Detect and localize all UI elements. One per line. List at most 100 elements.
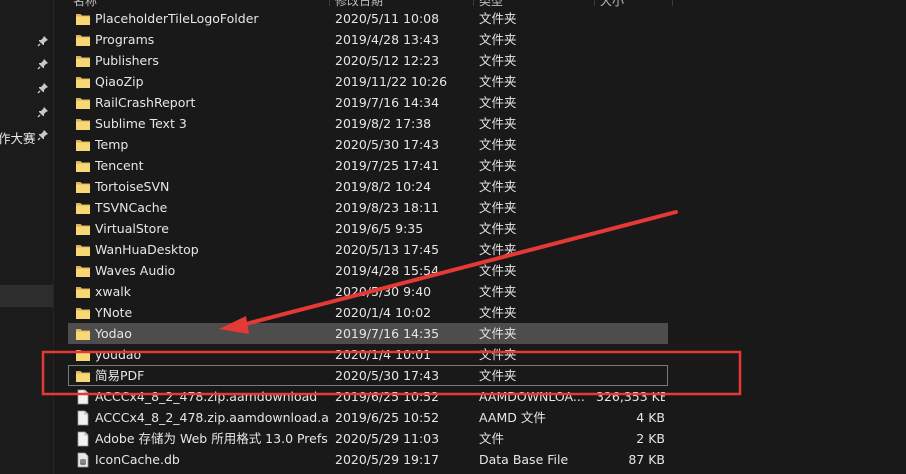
file-size: 326,353 KB (596, 389, 665, 404)
file-size (596, 113, 665, 134)
file-row[interactable]: Adobe 存储为 Web 所用格式 13.0 Prefs 2020/5/29 1… (68, 428, 668, 449)
file-type: 文件夹 (479, 221, 517, 236)
file-row[interactable]: RailCrashReport 2019/7/16 14:34 文件夹 (68, 92, 668, 113)
column-divider[interactable] (594, 0, 595, 6)
folder-icon (75, 74, 91, 90)
file-row[interactable]: Tencent 2019/7/25 17:41 文件夹 (68, 155, 668, 176)
file-name: Adobe 存储为 Web 所用格式 13.0 Prefs (95, 431, 328, 446)
file-modified-date: 2019/7/25 17:41 (335, 158, 440, 173)
nav-item-label[interactable]: 作大赛 (0, 128, 36, 147)
file-name: QiaoZip (95, 74, 144, 89)
file-modified-date: 2019/6/25 10:52 (335, 410, 440, 425)
folder-icon (75, 368, 91, 384)
file-modified-date: 2020/5/30 17:43 (335, 137, 440, 152)
file-type: 文件夹 (479, 368, 517, 383)
file-modified-date: 2019/7/16 14:35 (335, 326, 440, 341)
file-row[interactable]: Yodao 2019/7/16 14:35 文件夹 (68, 323, 668, 344)
file-modified-date: 2020/5/13 17:45 (335, 242, 440, 257)
file-modified-date: 2020/5/29 19:17 (335, 452, 440, 467)
file-icon (75, 431, 91, 447)
file-type: Data Base File (479, 452, 569, 467)
folder-icon (75, 11, 91, 27)
folder-icon (75, 95, 91, 111)
file-row[interactable]: 简易PDF 2020/5/30 17:43 文件夹 (68, 365, 668, 386)
file-row[interactable]: WanHuaDesktop 2020/5/13 17:45 文件夹 (68, 239, 668, 260)
file-type: 文件夹 (479, 95, 517, 110)
file-modified-date: 2019/6/25 10:52 (335, 389, 440, 404)
file-row[interactable]: Sublime Text 3 2019/8/2 17:38 文件夹 (68, 113, 668, 134)
folder-icon (75, 284, 91, 300)
file-size (596, 365, 665, 386)
nav-item-selected[interactable] (0, 285, 53, 307)
file-row[interactable]: ACCCx4_8_2_478.zip.aamdownload 2019/6/25 … (68, 386, 668, 407)
database-file-icon (75, 452, 91, 468)
pin-icon[interactable] (37, 58, 49, 70)
file-modified-date: 2020/5/11 10:08 (335, 11, 440, 26)
file-row[interactable]: IconCache.db 2020/5/29 19:17 Data Base Fil… (68, 449, 668, 470)
file-row[interactable]: QiaoZip 2019/11/22 10:26 文件夹 (68, 71, 668, 92)
pin-icon[interactable] (37, 106, 49, 118)
file-size: 2 KB (636, 431, 665, 446)
folder-icon (75, 242, 91, 258)
column-divider[interactable] (473, 0, 474, 6)
folder-icon (75, 137, 91, 153)
file-row[interactable]: Temp 2020/5/30 17:43 文件夹 (68, 134, 668, 155)
pin-icon[interactable] (37, 129, 49, 141)
file-row[interactable]: youdao 2020/1/4 10:01 文件夹 (68, 344, 668, 365)
file-modified-date: 2020/5/12 12:23 (335, 53, 440, 68)
column-divider[interactable] (672, 0, 673, 6)
column-divider[interactable] (329, 0, 330, 6)
file-type: 文件夹 (479, 53, 517, 68)
file-name: IconCache.db (95, 452, 180, 467)
file-row[interactable]: Programs 2019/4/28 13:43 文件夹 (68, 29, 668, 50)
file-type: 文件夹 (479, 305, 517, 320)
file-name: YNote (95, 305, 133, 320)
file-size (596, 8, 665, 29)
file-size (596, 92, 665, 113)
file-row[interactable]: YNote 2020/1/4 10:02 文件夹 (68, 302, 668, 323)
file-row[interactable]: xwalk 2020/5/30 9:40 文件夹 (68, 281, 668, 302)
folder-icon (75, 263, 91, 279)
file-size (596, 176, 665, 197)
file-name: 简易PDF (95, 368, 145, 383)
file-type: 文件夹 (479, 11, 517, 26)
file-size (596, 155, 665, 176)
file-name: TSVNCache (95, 200, 168, 215)
file-type: 文件 (479, 431, 505, 446)
file-size (596, 50, 665, 71)
file-type: 文件夹 (479, 263, 517, 278)
file-name: WanHuaDesktop (95, 242, 199, 257)
file-size (596, 323, 665, 344)
file-name: youdao (95, 347, 142, 362)
file-name: RailCrashReport (95, 95, 196, 110)
folder-icon (75, 53, 91, 69)
file-row[interactable]: TSVNCache 2019/8/23 18:11 文件夹 (68, 197, 668, 218)
file-modified-date: 2019/11/22 10:26 (335, 74, 448, 89)
file-row[interactable]: VirtualStore 2019/6/5 9:35 文件夹 (68, 218, 668, 239)
file-size: 87 KB (628, 452, 665, 467)
file-name: Sublime Text 3 (95, 116, 187, 131)
file-size (596, 239, 665, 260)
file-modified-date: 2019/4/28 13:43 (335, 32, 440, 47)
navigation-pane: 作大赛 (0, 0, 54, 474)
file-size (596, 218, 665, 239)
pin-icon[interactable] (37, 82, 49, 94)
file-name: Programs (95, 32, 155, 47)
pin-icon[interactable] (37, 35, 49, 47)
file-type: 文件夹 (479, 74, 517, 89)
file-modified-date: 2019/7/16 14:34 (335, 95, 440, 110)
file-row[interactable]: ACCCx4_8_2_478.zip.aamdownload.a... 2019/… (68, 407, 668, 428)
file-modified-date: 2020/1/4 10:02 (335, 305, 432, 320)
file-row[interactable]: TortoiseSVN 2019/8/2 10:24 文件夹 (68, 176, 668, 197)
file-row[interactable]: Publishers 2020/5/12 12:23 文件夹 (68, 50, 668, 71)
file-size (596, 29, 665, 50)
folder-icon (75, 158, 91, 174)
file-name: ACCCx4_8_2_478.zip.aamdownload (95, 389, 318, 404)
file-name: TortoiseSVN (95, 179, 170, 194)
file-type: 文件夹 (479, 179, 517, 194)
file-modified-date: 2020/5/29 11:03 (335, 431, 440, 446)
file-icon (75, 410, 91, 426)
file-name: VirtualStore (95, 221, 169, 236)
file-row[interactable]: PlaceholderTileLogoFolder 2020/5/11 10:08… (68, 8, 668, 29)
file-row[interactable]: Waves Audio 2019/4/28 15:54 文件夹 (68, 260, 668, 281)
